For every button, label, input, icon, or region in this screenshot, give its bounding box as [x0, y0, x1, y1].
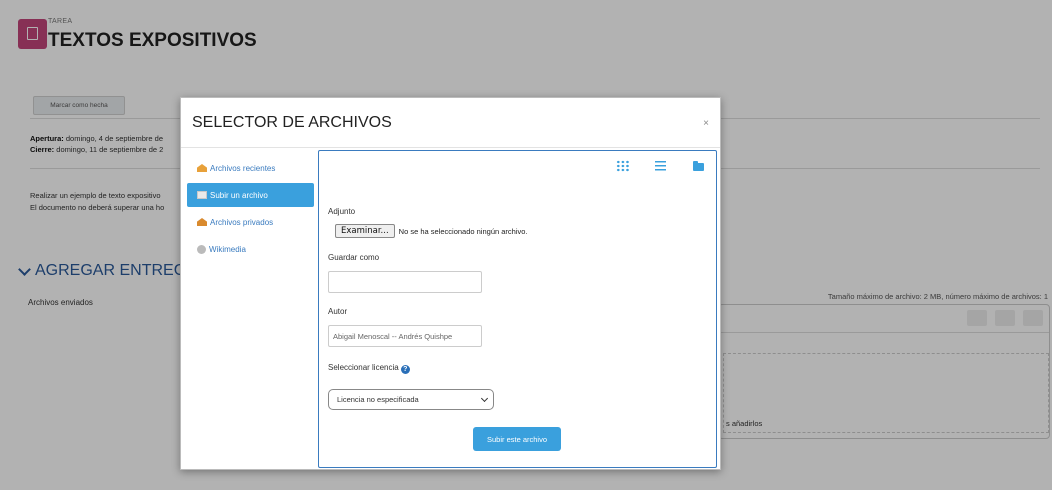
- upload-file-button[interactable]: Subir este archivo: [473, 427, 561, 451]
- author-label: Autor: [328, 307, 348, 316]
- attachment-label: Adjunto: [328, 207, 356, 216]
- file-input: Examinar... No se ha seleccionado ningún…: [335, 224, 528, 238]
- no-file-text: No se ha seleccionado ningún archivo.: [398, 226, 528, 236]
- help-icon[interactable]: ?: [400, 365, 410, 374]
- repo-private-files[interactable]: Archivos privados: [187, 210, 314, 234]
- upload-pane: Adjunto Examinar... No se ha seleccionad…: [318, 150, 717, 468]
- repo-wikimedia[interactable]: Wikimedia: [187, 237, 314, 261]
- license-selected: Licencia no especificada: [337, 395, 419, 404]
- upload-icon: [197, 191, 207, 199]
- save-as-input[interactable]: [328, 271, 482, 293]
- grid-view-icon[interactable]: [616, 160, 630, 172]
- private-files-icon: [197, 218, 207, 226]
- author-input[interactable]: Abigail Menoscal -- Andrés Quishpe: [328, 325, 482, 347]
- view-toolbar: [616, 160, 706, 172]
- wikimedia-icon: [197, 244, 206, 254]
- repository-list: Archivos recientes Subir un archivo Arch…: [187, 156, 314, 264]
- close-icon[interactable]: ×: [703, 118, 709, 129]
- save-as-label: Guardar como: [328, 253, 380, 262]
- repo-recent-files[interactable]: Archivos recientes: [187, 156, 314, 180]
- divider: [181, 147, 720, 148]
- recent-files-icon: [197, 164, 207, 172]
- license-select[interactable]: Licencia no especificada: [328, 389, 494, 410]
- browse-button[interactable]: Examinar...: [335, 224, 395, 238]
- repo-label: Wikimedia: [209, 244, 246, 254]
- repo-label: Archivos privados: [210, 217, 274, 227]
- repo-label: Subir un archivo: [210, 190, 268, 200]
- repo-label: Archivos recientes: [210, 163, 276, 173]
- dialog-title: SELECTOR DE ARCHIVOS: [192, 114, 392, 131]
- file-picker-dialog: SELECTOR DE ARCHIVOS × Archivos reciente…: [180, 97, 721, 470]
- folder-view-icon[interactable]: [692, 160, 706, 172]
- list-view-icon[interactable]: [654, 160, 668, 172]
- license-label-row: Seleccionar licencia?: [328, 363, 410, 374]
- repo-upload-file[interactable]: Subir un archivo: [187, 183, 314, 207]
- license-label: Seleccionar licencia: [328, 363, 399, 372]
- chevron-down-icon: [480, 394, 489, 403]
